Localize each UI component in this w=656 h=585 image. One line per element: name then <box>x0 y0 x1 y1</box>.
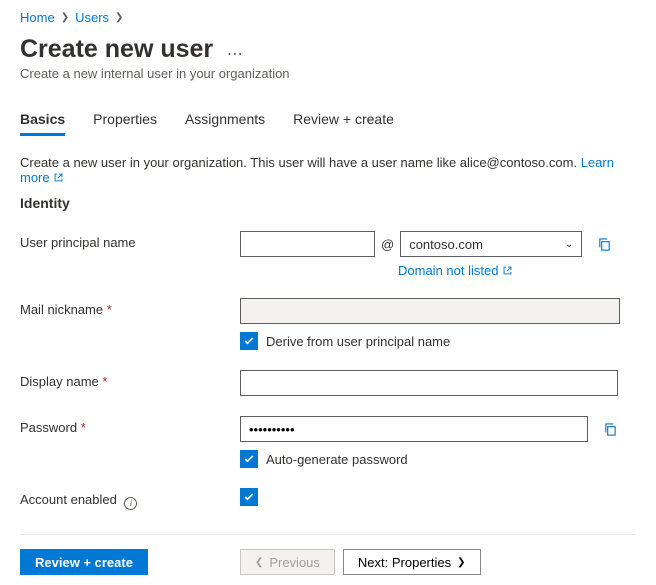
upn-input[interactable] <box>240 231 375 257</box>
password-label: Password * <box>20 416 240 435</box>
row-mail-nickname: Mail nickname * Derive from user princip… <box>20 298 636 350</box>
copy-icon <box>597 237 612 252</box>
tab-basics[interactable]: Basics <box>20 105 65 136</box>
breadcrumb-users[interactable]: Users <box>75 10 109 25</box>
footer: Review + create ❮ Previous Next: Propert… <box>20 549 636 575</box>
info-icon[interactable]: i <box>124 497 137 510</box>
row-password: Password * Auto-generate password <box>20 416 636 468</box>
chevron-down-icon: ⌄ <box>565 239 573 250</box>
check-icon <box>243 335 255 347</box>
next-button[interactable]: Next: Properties ❯ <box>343 549 481 575</box>
breadcrumb-home[interactable]: Home <box>20 10 55 25</box>
chevron-right-icon: ❯ <box>115 12 123 23</box>
mail-nickname-label: Mail nickname * <box>20 298 240 317</box>
copy-upn-button[interactable] <box>594 234 614 254</box>
previous-button: ❮ Previous <box>240 549 335 575</box>
external-link-icon <box>53 172 64 183</box>
chevron-right-icon: ❯ <box>61 12 69 23</box>
identity-heading: Identity <box>20 195 636 211</box>
external-link-icon <box>502 265 513 276</box>
copy-password-button[interactable] <box>600 419 620 439</box>
row-account-enabled: Account enabled i <box>20 488 636 514</box>
derive-checkbox[interactable] <box>240 332 258 350</box>
row-upn: User principal name @ contoso.com ⌄ Doma… <box>20 231 636 278</box>
chevron-left-icon: ❮ <box>255 557 263 568</box>
footer-separator <box>20 534 636 535</box>
password-input[interactable] <box>240 416 588 442</box>
page-subtitle: Create a new internal user in your organ… <box>20 66 636 81</box>
chevron-right-icon: ❯ <box>457 557 465 568</box>
at-symbol: @ <box>381 237 394 252</box>
account-enabled-checkbox[interactable] <box>240 488 258 506</box>
description: Create a new user in your organization. … <box>20 155 636 185</box>
check-icon <box>243 453 255 465</box>
more-actions-button[interactable]: ⋯ <box>227 44 243 64</box>
row-display-name: Display name * <box>20 370 636 396</box>
domain-select[interactable]: contoso.com ⌄ <box>400 231 582 257</box>
upn-label: User principal name <box>20 231 240 250</box>
display-name-input[interactable] <box>240 370 618 396</box>
tab-review[interactable]: Review + create <box>293 105 394 136</box>
domain-not-listed-link[interactable]: Domain not listed <box>398 263 513 278</box>
page-title: Create new user <box>20 35 213 64</box>
review-create-button[interactable]: Review + create <box>20 549 148 575</box>
tab-properties[interactable]: Properties <box>93 105 157 136</box>
tabs: Basics Properties Assignments Review + c… <box>20 105 636 137</box>
mail-nickname-input <box>240 298 620 324</box>
autogen-label: Auto-generate password <box>266 452 408 467</box>
display-name-label: Display name * <box>20 370 240 389</box>
account-enabled-label: Account enabled i <box>20 488 240 510</box>
check-icon <box>243 491 255 503</box>
tab-assignments[interactable]: Assignments <box>185 105 265 136</box>
autogen-checkbox[interactable] <box>240 450 258 468</box>
derive-label: Derive from user principal name <box>266 334 450 349</box>
copy-icon <box>603 422 618 437</box>
breadcrumb: Home ❯ Users ❯ <box>20 10 636 25</box>
